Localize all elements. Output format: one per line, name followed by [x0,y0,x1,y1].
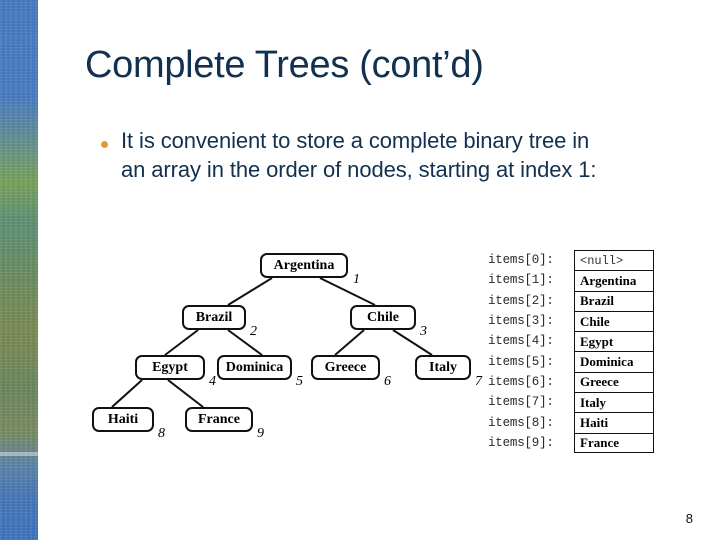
tree-node[interactable]: Brazil [182,305,246,330]
array-cell-value[interactable]: Italy [574,392,654,413]
tree-node-index: 6 [384,374,391,389]
bullet-marker-icon [101,141,108,148]
array-cell-value[interactable]: Haiti [574,412,654,433]
array-cell-value[interactable]: Argentina [574,270,654,291]
array-cell-value[interactable]: France [574,432,654,453]
array-cell-value[interactable]: Dominica [574,351,654,372]
array-row: items[8]: Haiti [488,412,654,433]
array-index-label: items[9]: [488,435,554,450]
array-row: items[0]: <null> [488,250,654,271]
tree-node[interactable]: Argentina [260,253,348,278]
tree-node-index: 5 [296,374,303,389]
tree-node[interactable]: Greece [311,355,380,380]
array-index-label: items[1]: [488,273,554,288]
array-row: items[3]: Chile [488,310,654,332]
array-index-label: items[6]: [488,374,554,389]
tree-node-index: 3 [420,324,427,339]
page-number: 8 [685,511,693,526]
tree-node-index: 2 [250,324,257,339]
strip-streak [0,452,38,456]
tree-node[interactable]: Egypt [135,355,205,380]
binary-tree-diagram: Argentina 1 Brazil 2 Chile 3 Egypt 4 Dom… [80,245,490,460]
tree-node-index: 9 [257,426,264,441]
tree-node[interactable]: Haiti [92,407,154,432]
array-index-label: items[3]: [488,314,554,329]
array-cell-value[interactable]: <null> [574,250,654,271]
tree-node[interactable]: Chile [350,305,416,330]
bullet-item-text: It is convenient to store a complete bin… [121,128,597,182]
tree-node[interactable]: Dominica [217,355,292,380]
array-cell-value[interactable]: Greece [574,371,654,393]
page-title: Complete Trees (cont’d) [85,44,484,86]
array-index-label: items[0]: [488,253,554,268]
array-cell-value[interactable]: Egypt [574,331,654,352]
array-index-label: items[8]: [488,415,554,430]
array-index-label: items[2]: [488,293,554,308]
array-index-label: items[4]: [488,334,554,349]
array-index-label: items[5]: [488,354,554,369]
array-row: items[1]: Argentina [488,270,654,291]
tree-node-index: 1 [353,272,360,287]
array-cell-value[interactable]: Chile [574,310,654,332]
decorative-side-strip [0,0,38,540]
bullet-list: It is convenient to store a complete bin… [98,126,618,184]
array-row: items[6]: Greece [488,371,654,393]
slide-canvas: Complete Trees (cont’d) It is convenient… [0,0,720,540]
array-row: items[4]: Egypt [488,331,654,352]
tree-node[interactable]: Italy [415,355,471,380]
array-cell-value[interactable]: Brazil [574,290,654,311]
array-row: items[5]: Dominica [488,351,654,372]
tree-node[interactable]: France [185,407,253,432]
array-index-label: items[7]: [488,395,554,410]
tree-node-index: 7 [475,374,482,389]
array-row: items[7]: Italy [488,392,654,413]
tree-node-index: 4 [209,374,216,389]
array-row: items[2]: Brazil [488,290,654,311]
array-representation: items[0]: <null> items[1]: Argentina ite… [488,250,654,453]
array-row: items[9]: France [488,432,654,453]
tree-node-index: 8 [158,426,165,441]
strip-texture [0,0,38,540]
